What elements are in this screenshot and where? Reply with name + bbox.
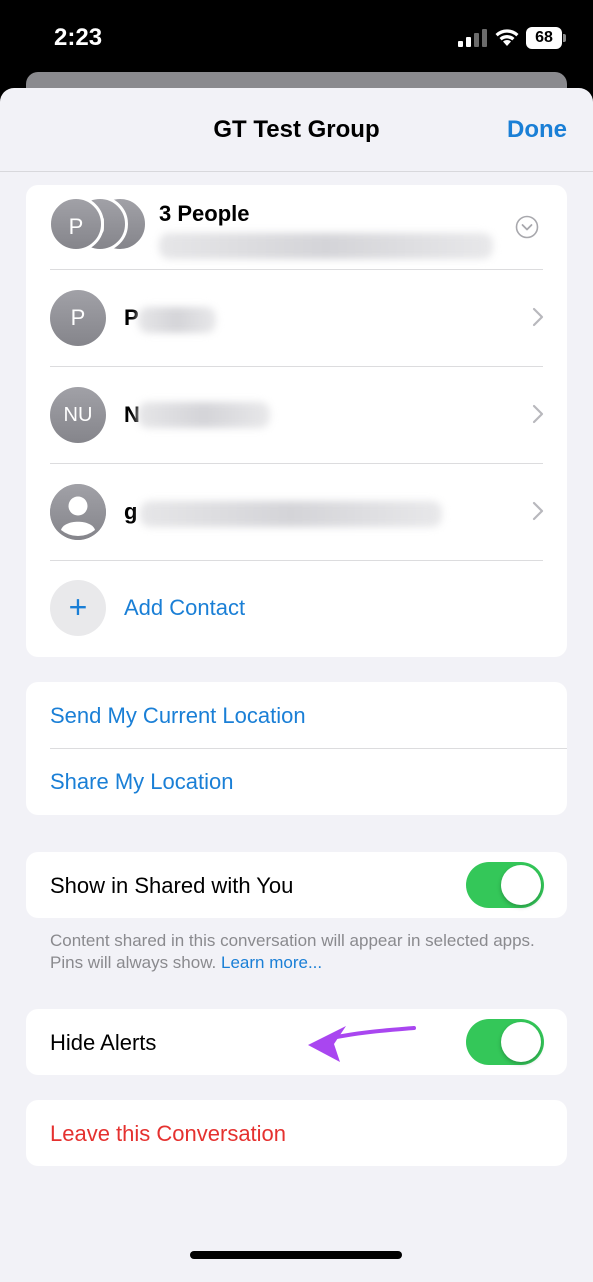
redacted-name bbox=[138, 402, 270, 428]
avatar: P bbox=[48, 196, 104, 252]
toggle-knob bbox=[501, 865, 541, 905]
shared-with-you-card: Show in Shared with You bbox=[26, 852, 567, 918]
redacted-names bbox=[159, 233, 493, 259]
plus-icon: + bbox=[50, 580, 106, 636]
add-contact-row[interactable]: + Add Contact bbox=[26, 560, 567, 657]
member-row[interactable]: P P bbox=[26, 269, 567, 366]
share-my-location-button[interactable]: Share My Location bbox=[50, 769, 233, 795]
leave-card: Leave this Conversation bbox=[26, 1100, 567, 1166]
done-button[interactable]: Done bbox=[507, 116, 567, 144]
hide-alerts-card: Hide Alerts bbox=[26, 1009, 567, 1075]
chevron-right-icon bbox=[532, 307, 544, 327]
hide-alerts-toggle[interactable] bbox=[466, 1019, 544, 1065]
signal-icon bbox=[458, 29, 487, 47]
annotation-arrow-icon bbox=[308, 1026, 416, 1062]
location-card: Send My Current Location Share My Locati… bbox=[26, 682, 567, 815]
chevron-right-icon bbox=[532, 404, 544, 424]
chevron-right-icon bbox=[532, 501, 544, 521]
share-location-row[interactable]: Share My Location bbox=[26, 749, 567, 815]
people-card: J P 3 People P P NU N bbox=[26, 185, 567, 657]
page-title: GT Test Group bbox=[213, 116, 380, 143]
shared-with-you-footnote: Content shared in this conversation will… bbox=[50, 930, 550, 974]
redacted-name bbox=[138, 307, 216, 333]
conversation-details-sheet: GT Test Group Done J P 3 People P P bbox=[0, 88, 593, 1282]
redacted-name bbox=[140, 501, 442, 527]
send-location-row[interactable]: Send My Current Location bbox=[26, 682, 567, 748]
wifi-icon bbox=[495, 29, 519, 46]
avatar: P bbox=[50, 290, 106, 346]
person-icon bbox=[50, 484, 106, 540]
avatar: NU bbox=[50, 387, 106, 443]
battery-icon: 68 bbox=[526, 27, 562, 49]
member-row[interactable]: g bbox=[26, 463, 567, 560]
hide-alerts-label: Hide Alerts bbox=[50, 1030, 157, 1055]
status-bar: 2:23 68 bbox=[0, 0, 593, 80]
shared-with-you-toggle[interactable] bbox=[466, 862, 544, 908]
chevron-down-circle-icon[interactable] bbox=[515, 215, 539, 239]
learn-more-link[interactable]: Learn more... bbox=[221, 953, 322, 972]
add-contact-button[interactable]: Add Contact bbox=[124, 595, 245, 621]
toggle-knob bbox=[501, 1022, 541, 1062]
member-row[interactable]: NU N bbox=[26, 366, 567, 463]
home-indicator bbox=[190, 1251, 402, 1259]
status-time: 2:23 bbox=[54, 24, 103, 51]
leave-conversation-button[interactable]: Leave this Conversation bbox=[50, 1121, 286, 1147]
people-summary-row[interactable]: J P 3 People bbox=[26, 185, 567, 269]
send-current-location-button[interactable]: Send My Current Location bbox=[50, 703, 306, 729]
member-name: P bbox=[124, 305, 139, 330]
shared-with-you-label: Show in Shared with You bbox=[50, 873, 294, 898]
people-count-label: 3 People bbox=[159, 201, 250, 226]
nav-bar: GT Test Group Done bbox=[0, 88, 593, 172]
member-name: g bbox=[124, 499, 138, 524]
battery-tip bbox=[563, 34, 566, 42]
